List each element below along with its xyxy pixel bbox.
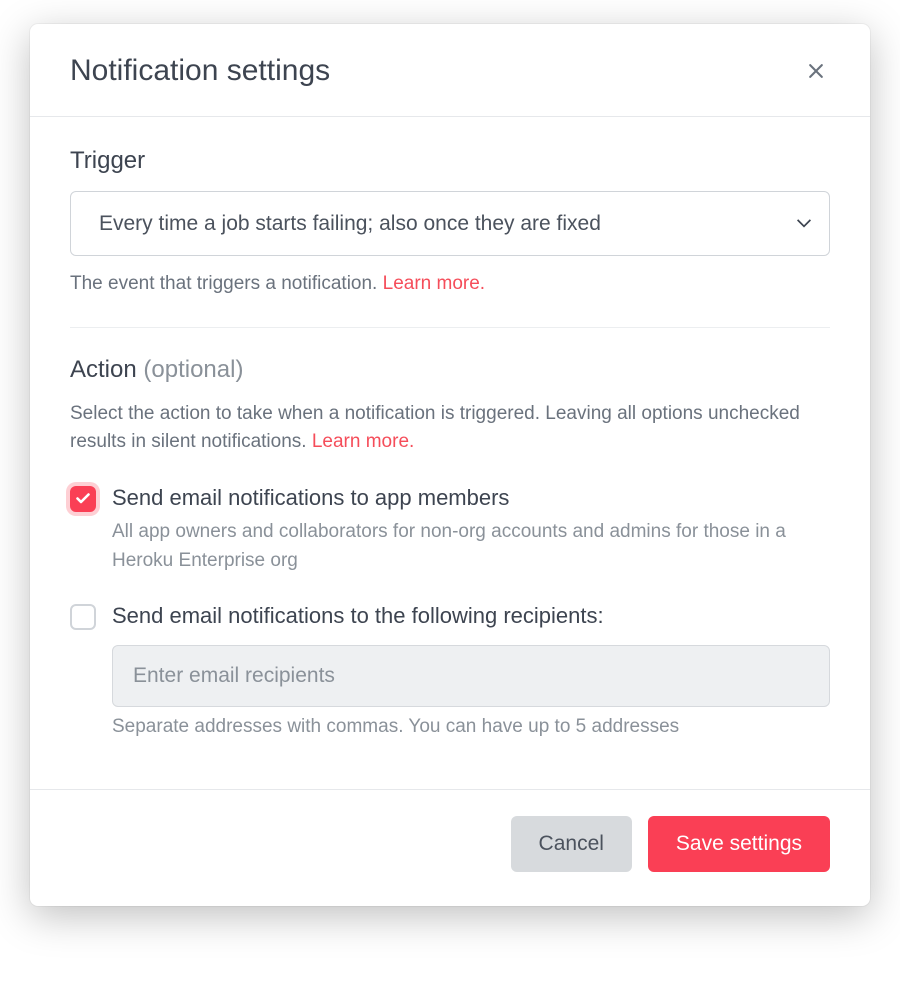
dialog-footer: Cancel Save settings bbox=[30, 789, 870, 906]
action-section: Action (optional) Select the action to t… bbox=[70, 356, 830, 780]
action-optional: (optional) bbox=[143, 356, 243, 383]
cancel-button[interactable]: Cancel bbox=[511, 816, 632, 872]
option-recipients-body: Send email notifications to the followin… bbox=[112, 601, 830, 741]
trigger-select-wrap: Every time a job starts failing; also on… bbox=[70, 191, 830, 256]
option-app-members: Send email notifications to app members … bbox=[70, 483, 830, 576]
trigger-learn-more-link[interactable]: Learn more. bbox=[383, 273, 485, 294]
option-recipients-sub: Separate addresses with commas. You can … bbox=[112, 713, 830, 742]
save-settings-button[interactable]: Save settings bbox=[648, 816, 830, 872]
trigger-help-text: The event that triggers a notification. bbox=[70, 273, 383, 294]
action-help-text: Select the action to take when a notific… bbox=[70, 403, 800, 453]
notification-settings-dialog: Notification settings Trigger Every time… bbox=[30, 24, 870, 906]
dialog-header: Notification settings bbox=[30, 24, 870, 117]
close-icon bbox=[806, 61, 826, 81]
option-recipients: Send email notifications to the followin… bbox=[70, 601, 830, 741]
dialog-title: Notification settings bbox=[70, 54, 330, 88]
close-button[interactable] bbox=[802, 57, 830, 85]
trigger-section: Trigger Every time a job starts failing;… bbox=[70, 147, 830, 328]
action-help: Select the action to take when a notific… bbox=[70, 400, 830, 457]
recipients-input[interactable] bbox=[112, 645, 830, 707]
option-app-members-label: Send email notifications to app members bbox=[112, 483, 830, 513]
trigger-label: Trigger bbox=[70, 147, 830, 175]
action-learn-more-link[interactable]: Learn more. bbox=[312, 431, 414, 452]
dialog-body: Trigger Every time a job starts failing;… bbox=[30, 117, 870, 789]
action-label: Action bbox=[70, 356, 143, 383]
option-recipients-label: Send email notifications to the followin… bbox=[112, 601, 830, 631]
option-app-members-body: Send email notifications to app members … bbox=[112, 483, 830, 576]
action-label-row: Action (optional) bbox=[70, 356, 830, 384]
trigger-help: The event that triggers a notification. … bbox=[70, 270, 830, 299]
trigger-select[interactable]: Every time a job starts failing; also on… bbox=[70, 191, 830, 256]
check-icon bbox=[76, 493, 90, 504]
checkbox-recipients[interactable] bbox=[70, 604, 96, 630]
checkbox-app-members[interactable] bbox=[70, 486, 96, 512]
option-app-members-sub: All app owners and collaborators for non… bbox=[112, 518, 830, 575]
